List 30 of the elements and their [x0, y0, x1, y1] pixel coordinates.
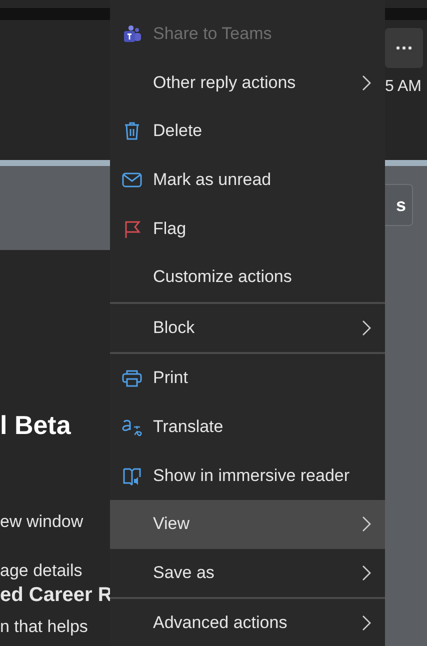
chevron-right-icon — [362, 615, 371, 632]
printer-icon — [122, 369, 142, 388]
chevron-right-icon — [362, 564, 371, 581]
menu-item[interactable]: Show in immersive reader — [110, 451, 385, 500]
body-text: n that helps — [0, 616, 89, 638]
menu-item[interactable]: Other reply actions — [110, 58, 385, 108]
menu-item[interactable]: Advanced actions — [110, 599, 385, 646]
people-icon — [122, 24, 142, 44]
menu-item[interactable]: Save as — [110, 548, 385, 598]
menu-item[interactable]: View — [110, 500, 385, 549]
menu-item[interactable]: Block — [110, 304, 385, 352]
body-text: age details — [0, 560, 84, 582]
more-icon — [396, 46, 412, 50]
mail-icon — [122, 172, 142, 188]
heading: l Beta — [0, 410, 71, 441]
chevron-right-icon — [362, 74, 371, 91]
menu-item[interactable]: Translate — [110, 402, 385, 452]
trash-icon — [122, 121, 140, 142]
chevron-right-icon — [362, 516, 371, 532]
menu-item[interactable]: Customize actions — [110, 252, 385, 302]
chevron-right-icon — [362, 320, 371, 336]
accent-strip — [385, 160, 427, 166]
translate-icon — [120, 417, 142, 438]
more-button[interactable] — [385, 28, 423, 68]
body-text: ew window — [0, 511, 84, 533]
menu-item[interactable]: Print — [110, 354, 385, 403]
book-icon — [122, 466, 142, 486]
flag-icon — [122, 218, 140, 239]
menu-item[interactable]: Delete — [110, 107, 385, 156]
time-text: 5 AM — [385, 78, 422, 96]
